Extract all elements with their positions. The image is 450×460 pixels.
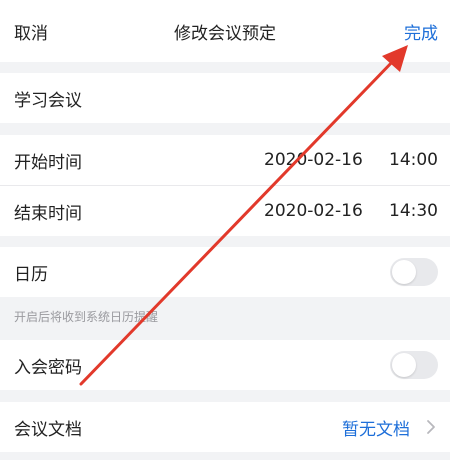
cancel-button[interactable]: 取消 <box>14 19 48 44</box>
start-time-value: 14:00 <box>389 150 438 170</box>
start-time-row[interactable]: 开始时间 2020-02-16 14:00 <box>0 135 450 185</box>
start-date-value: 2020-02-16 <box>264 150 363 170</box>
calendar-hint: 开启后将收到系统日历提醒 <box>14 310 159 324</box>
documents-row[interactable]: 会议文档 暂无文档 <box>0 402 450 452</box>
chevron-right-icon <box>427 420 435 434</box>
meeting-topic: 学习会议 <box>14 90 82 111</box>
end-date-value: 2020-02-16 <box>264 201 363 221</box>
calendar-row: 日历 <box>0 247 450 297</box>
end-time-row[interactable]: 结束时间 2020-02-16 14:30 <box>0 186 450 236</box>
end-time-value: 14:30 <box>389 201 438 221</box>
done-button[interactable]: 完成 <box>404 19 438 44</box>
calendar-label: 日历 <box>14 264 48 285</box>
calendar-toggle[interactable] <box>390 258 438 286</box>
documents-value: 暂无文档 <box>342 419 410 440</box>
meeting-topic-row[interactable]: 学习会议 <box>0 73 450 123</box>
page-title: 修改会议预定 <box>174 23 276 44</box>
toggle-knob <box>392 260 416 284</box>
password-toggle[interactable] <box>390 351 438 379</box>
navigation-bar: 取消 修改会议预定 完成 <box>0 0 450 62</box>
password-label: 入会密码 <box>14 357 82 378</box>
start-time-label: 开始时间 <box>14 152 82 173</box>
end-time-label: 结束时间 <box>14 203 82 224</box>
password-row: 入会密码 <box>0 340 450 390</box>
toggle-knob <box>392 353 416 377</box>
